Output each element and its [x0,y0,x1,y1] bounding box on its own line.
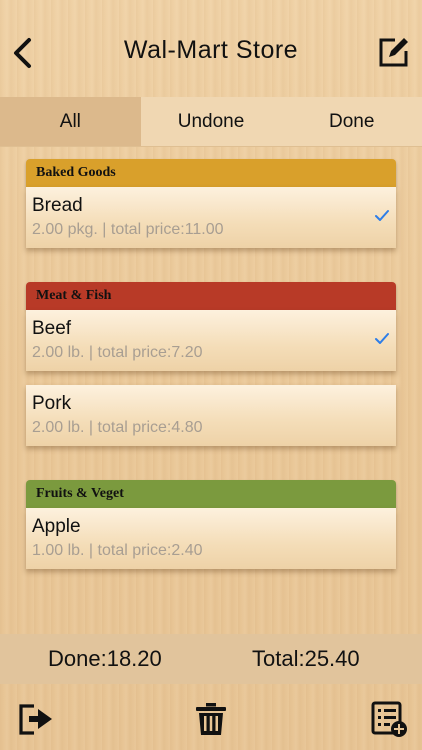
section-header-baked-goods: Baked Goods [26,159,396,187]
item-name: Pork [32,393,72,414]
add-list-icon [371,701,407,737]
filter-tabs: All Undone Done [0,97,422,147]
grand-total: Total:25.40 [252,646,360,671]
tab-done[interactable]: Done [281,97,422,146]
trash-icon [196,703,226,735]
tab-all[interactable]: All [0,97,141,146]
tab-undone[interactable]: Undone [141,97,282,146]
item-name: Bread [32,195,83,216]
item-detail: 2.00 lb. | total price:7.20 [32,344,203,361]
item-name: Apple [32,516,81,537]
list-item[interactable]: Pork 2.00 lb. | total price:4.80 [26,385,396,446]
page-title: Wal-Mart Store [123,36,299,64]
checkmark-icon [375,333,389,344]
delete-button[interactable] [192,700,230,738]
edit-button[interactable] [376,34,412,70]
totals-bar: Done:18.20 Total:25.40 [0,634,422,684]
list-item[interactable]: Bread 2.00 pkg. | total price:11.00 [26,187,396,248]
add-list-button[interactable] [370,700,408,738]
item-detail: 2.00 lb. | total price:4.80 [32,419,203,436]
done-total: Done:18.20 [48,646,162,671]
edit-icon [379,38,408,67]
item-detail: 2.00 pkg. | total price:11.00 [32,221,224,238]
section-header-fruits-vegetables: Fruits & Veget [26,480,396,508]
list-item[interactable]: Apple 1.00 lb. | total price:2.40 [26,508,396,569]
export-button[interactable] [17,700,55,738]
section-header-meat-fish: Meat & Fish [26,282,396,310]
checkmark-icon [375,210,389,221]
export-icon [19,704,52,735]
navigation-bar: Wal-Mart Store [0,0,422,97]
item-detail: 1.00 lb. | total price:2.40 [32,542,203,559]
item-name: Beef [32,318,72,339]
list-item[interactable]: Beef 2.00 lb. | total price:7.20 [26,310,396,371]
